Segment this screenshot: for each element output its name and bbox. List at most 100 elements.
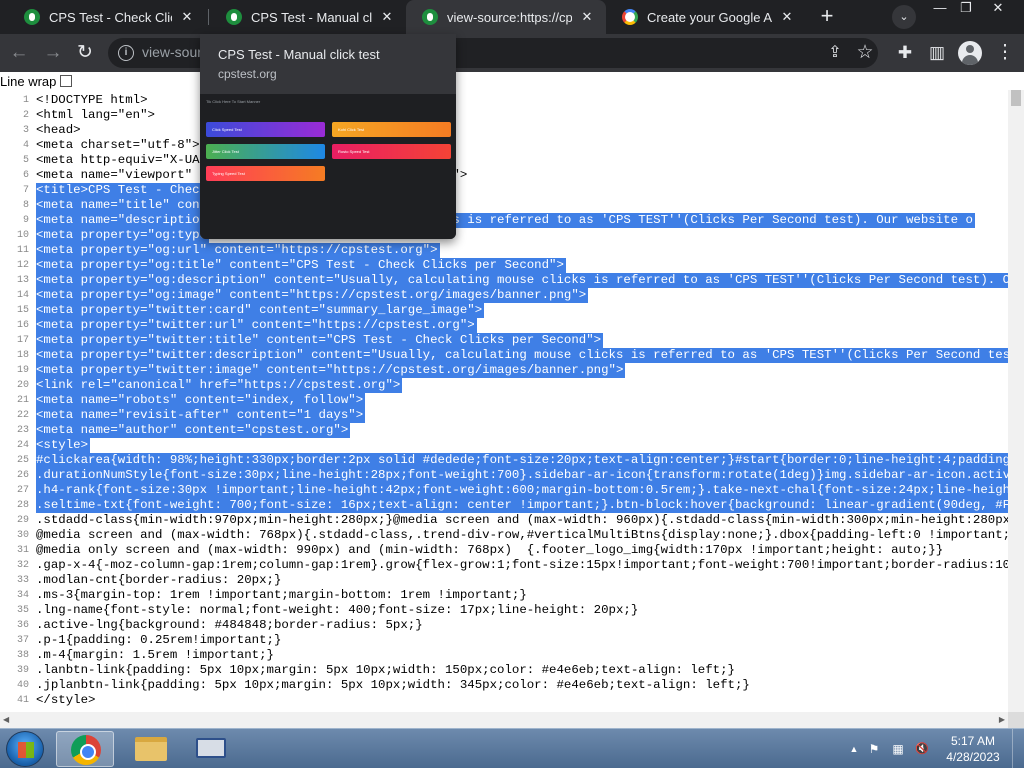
line-code[interactable]: .lng-name{font-style: normal;font-weight…: [36, 603, 638, 618]
forward-button[interactable]: →: [40, 40, 66, 66]
taskbar-file-explorer[interactable]: [122, 731, 180, 767]
line-code[interactable]: <link rel="canonical" href="https://cpst…: [36, 378, 403, 393]
share-button[interactable]: ⇪: [822, 40, 848, 66]
source-line[interactable]: 5 <meta http-equiv="X-UA-: [0, 153, 1008, 168]
line-code[interactable]: <meta property="twitter:image" content="…: [36, 363, 626, 378]
source-line[interactable]: 29 .stdadd-class{min-width:970px;min-heig…: [0, 513, 1008, 528]
source-line[interactable]: 2 <html lang="en">: [0, 108, 1008, 123]
line-code[interactable]: <style>: [36, 438, 91, 453]
line-code[interactable]: .lanbtn-link{padding: 5px 10px;margin: 5…: [36, 663, 735, 678]
line-code[interactable]: <meta property="twitter:description" con…: [36, 348, 1008, 363]
info-icon[interactable]: i: [118, 45, 134, 61]
close-window-button[interactable]: ✕: [982, 0, 1014, 18]
taskbar-keyboard[interactable]: [182, 731, 240, 767]
taskbar-chrome[interactable]: [56, 731, 114, 767]
line-code[interactable]: @media screen and (max-width: 768px){.st…: [36, 528, 1008, 543]
line-code[interactable]: .ms-3{margin-top: 1rem !important;margin…: [36, 588, 527, 603]
line-code[interactable]: <meta name="author" content="cpstest.org…: [36, 423, 351, 438]
source-view[interactable]: 1 <!DOCTYPE html> 2 <html lang="en"> 3 <head>…: [0, 90, 1008, 712]
tray-arrow-icon[interactable]: ▲: [846, 741, 862, 757]
source-line[interactable]: 34 .ms-3{margin-top: 1rem !important;marg…: [0, 588, 1008, 603]
line-code[interactable]: .gap-x-4{-moz-column-gap:1rem;column-gap…: [36, 558, 1008, 573]
line-code[interactable]: <meta property="og:url" content="https:/…: [36, 243, 440, 258]
close-icon[interactable]: ✕: [778, 9, 796, 25]
line-code[interactable]: <meta property="og:image" content="https…: [36, 288, 589, 303]
close-icon[interactable]: ✕: [378, 9, 396, 25]
line-code[interactable]: <meta property="og:title" content="CPS T…: [36, 258, 566, 273]
system-clock[interactable]: 5:17 AM 4/28/2023: [938, 733, 1008, 765]
source-line[interactable]: 15 <meta property="twitter:card" content=…: [0, 303, 1008, 318]
line-code[interactable]: .stdadd-class{min-width:970px;min-height…: [36, 513, 1008, 528]
line-code[interactable]: <meta property="twitter:title" content="…: [36, 333, 604, 348]
action-center-flag-icon[interactable]: ⚑: [866, 741, 882, 757]
source-line[interactable]: 37 .p-1{padding: 0.25rem!important;}: [0, 633, 1008, 648]
source-line[interactable]: 14 <meta property="og:image" content="htt…: [0, 288, 1008, 303]
source-line[interactable]: 39 .lanbtn-link{padding: 5px 10px;margin:…: [0, 663, 1008, 678]
line-code[interactable]: .jplanbtn-link{padding: 5px 10px;margin:…: [36, 678, 750, 693]
source-line[interactable]: 10 <meta property="og:type: [0, 228, 1008, 243]
line-code[interactable]: <meta name="revisit-after" content="1 da…: [36, 408, 366, 423]
line-code[interactable]: @media only screen and (max-width: 990px…: [36, 543, 943, 558]
line-code[interactable]: <meta name="description e clicks is refe…: [36, 213, 975, 228]
tab-google-account[interactable]: Create your Google Account ✕: [606, 0, 806, 34]
source-line[interactable]: 18 <meta property="twitter:description" c…: [0, 348, 1008, 363]
back-button[interactable]: ←: [6, 40, 32, 66]
source-line[interactable]: 28 .seltime-txt{font-weight: 700;font-siz…: [0, 498, 1008, 513]
extensions-icon[interactable]: ✚: [892, 40, 918, 66]
source-line[interactable]: 30 @media screen and (max-width: 768px){.…: [0, 528, 1008, 543]
profile-avatar[interactable]: [958, 41, 982, 65]
line-code[interactable]: <title>CPS Test - Check: [36, 183, 210, 198]
source-line[interactable]: 25 #clickarea{width: 98%;height:330px;bor…: [0, 453, 1008, 468]
source-line[interactable]: 23 <meta name="author" content="cpstest.o…: [0, 423, 1008, 438]
source-line[interactable]: 32 .gap-x-4{-moz-column-gap:1rem;column-g…: [0, 558, 1008, 573]
close-icon[interactable]: ✕: [178, 9, 196, 25]
source-line[interactable]: 1 <!DOCTYPE html>: [0, 93, 1008, 108]
show-desktop-button[interactable]: [1012, 729, 1024, 768]
source-line[interactable]: 33 .modlan-cnt{border-radius: 20px;}: [0, 573, 1008, 588]
scroll-left-arrow-icon[interactable]: ◀: [3, 715, 9, 724]
source-line[interactable]: 40 .jplanbtn-link{padding: 5px 10px;margi…: [0, 678, 1008, 693]
new-tab-button[interactable]: +: [814, 4, 840, 30]
line-code[interactable]: <html lang="en">: [36, 108, 155, 123]
tab-cps-manual-click[interactable]: CPS Test - Manual click test ✕: [210, 0, 406, 34]
line-code[interactable]: .h4-rank{font-size:30px !important;line-…: [36, 483, 1008, 498]
line-code[interactable]: .durationNumStyle{font-size:30px;line-he…: [36, 468, 1008, 483]
line-code[interactable]: <!DOCTYPE html>: [36, 93, 148, 108]
tab-cps-check-clicks[interactable]: CPS Test - Check Clicks per Second ✕: [8, 0, 206, 34]
source-line[interactable]: 9 <meta name="description e clicks is ref…: [0, 213, 1008, 228]
bookmark-star-icon[interactable]: ☆: [852, 40, 878, 66]
line-code[interactable]: .modlan-cnt{border-radius: 20px;}: [36, 573, 281, 588]
vertical-scrollbar[interactable]: [1008, 90, 1024, 712]
volume-muted-icon[interactable]: 🔇: [914, 741, 930, 757]
line-code[interactable]: #clickarea{width: 98%;height:330px;borde…: [36, 453, 1008, 468]
tab-search-button[interactable]: ⌄: [892, 5, 916, 29]
line-code[interactable]: <meta property="og:description" content=…: [36, 273, 1008, 288]
close-icon[interactable]: ✕: [578, 9, 596, 25]
scrollbar-thumb[interactable]: [1011, 90, 1021, 106]
source-line[interactable]: 22 <meta name="revisit-after" content="1 …: [0, 408, 1008, 423]
horizontal-scrollbar[interactable]: ◀ ▶: [0, 712, 1008, 728]
source-line[interactable]: 27 .h4-rank{font-size:30px !important;lin…: [0, 483, 1008, 498]
line-code[interactable]: <meta property="twitter:url" content="ht…: [36, 318, 477, 333]
line-code[interactable]: <meta name="robots" content="index, foll…: [36, 393, 366, 408]
source-line[interactable]: 38 .m-4{margin: 1.5rem !important;}: [0, 648, 1008, 663]
line-code[interactable]: <meta property="twitter:card" content="s…: [36, 303, 485, 318]
source-line[interactable]: 13 <meta property="og:description" conten…: [0, 273, 1008, 288]
source-line[interactable]: 35 .lng-name{font-style: normal;font-weig…: [0, 603, 1008, 618]
source-line[interactable]: 19 <meta property="twitter:image" content…: [0, 363, 1008, 378]
source-line[interactable]: 4 <meta charset="utf-8">: [0, 138, 1008, 153]
source-line[interactable]: 41 </style>: [0, 693, 1008, 708]
restore-button[interactable]: ❐: [950, 0, 982, 18]
line-code[interactable]: .active-lng{background: #484848;border-r…: [36, 618, 423, 633]
line-code[interactable]: .seltime-txt{font-weight: 700;font-size:…: [36, 498, 1008, 513]
source-line[interactable]: 11 <meta property="og:url" content="https…: [0, 243, 1008, 258]
line-code[interactable]: <meta http-equiv="X-UA-: [36, 153, 207, 168]
source-line[interactable]: 7 <title>CPS Test - Check: [0, 183, 1008, 198]
source-line[interactable]: 24 <style>: [0, 438, 1008, 453]
line-code[interactable]: <meta charset="utf-8">: [36, 138, 200, 153]
source-line[interactable]: 6<meta name="viewport" c scale=1">: [0, 168, 1008, 183]
scroll-right-arrow-icon[interactable]: ▶: [999, 715, 1005, 724]
source-line[interactable]: 16 <meta property="twitter:url" content="…: [0, 318, 1008, 333]
line-code[interactable]: <head>: [36, 123, 81, 138]
line-code[interactable]: </style>: [36, 693, 96, 708]
